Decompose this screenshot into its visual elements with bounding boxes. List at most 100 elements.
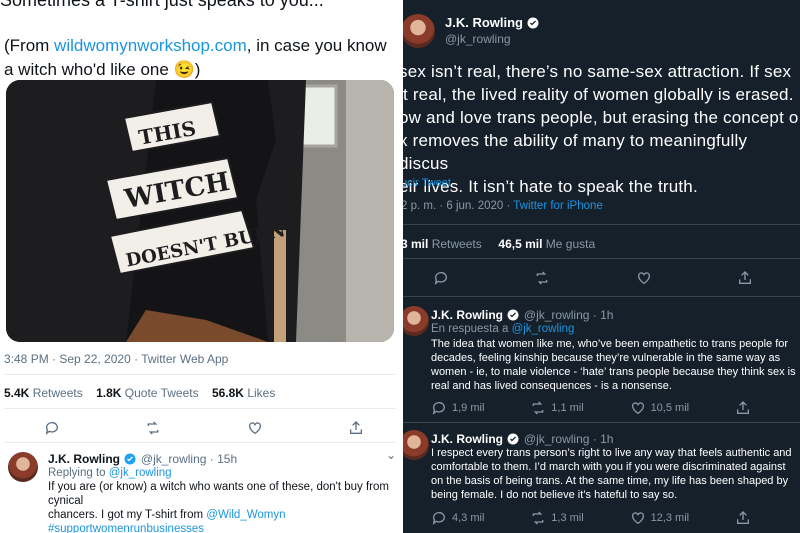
tweet-line: x removes the ability of many to meaning… bbox=[403, 131, 748, 173]
reply-tweet[interactable]: J.K. Rowling @jk_rowling · 1h I respect … bbox=[403, 426, 800, 533]
reply-line-text: chancers. I got my T-shirt from bbox=[48, 509, 207, 521]
like-button[interactable]: 10,5 mil bbox=[630, 400, 689, 416]
right-tweet-panel: J.K. Rowling @jk_rowling sex isn’t real,… bbox=[403, 0, 800, 533]
tweet-text-cut: Sometimes a T-shirt just speaks to you..… bbox=[0, 0, 324, 10]
author-name[interactable]: J.K. Rowling bbox=[445, 15, 523, 30]
reply-count: 1,9 mil bbox=[452, 402, 485, 414]
timestamp-text[interactable]: 2 p. m. · 6 jun. 2020 · bbox=[403, 200, 513, 212]
verified-icon bbox=[507, 433, 519, 445]
reply-line: real and has lived consequences - is a n… bbox=[431, 380, 672, 392]
retweet-icon[interactable] bbox=[534, 270, 550, 291]
share-icon bbox=[736, 511, 749, 524]
retweet-icon bbox=[532, 511, 544, 525]
tweet-actions bbox=[44, 420, 364, 441]
reply-line: comfortable to them. I’d march with you … bbox=[431, 461, 786, 473]
hashtag-link[interactable]: #supportwomenrunbusinesses bbox=[48, 522, 394, 533]
divider bbox=[403, 258, 800, 259]
author-name[interactable]: J.K. Rowling bbox=[48, 452, 120, 466]
shop-link[interactable]: wildwomynworkshop.com bbox=[54, 36, 247, 55]
divider bbox=[4, 408, 396, 409]
verified-icon bbox=[124, 453, 136, 465]
divider bbox=[403, 422, 800, 423]
divider bbox=[403, 224, 800, 225]
share-button[interactable] bbox=[735, 400, 751, 416]
retweet-label: Retweets bbox=[431, 237, 482, 251]
like-button[interactable]: 12,3 mil bbox=[630, 510, 690, 526]
retweet-count[interactable]: 5.4K bbox=[4, 386, 29, 400]
reply-icon[interactable] bbox=[433, 270, 449, 291]
author-handle[interactable]: @jk_rowling · 15h bbox=[141, 452, 237, 466]
wink-emoji: 😉 bbox=[173, 60, 195, 79]
reply-actions: 4,3 mil 1,3 mil 12,3 mil bbox=[431, 510, 751, 526]
tweet-line: sex isn’t real, there’s no same-sex attr… bbox=[403, 62, 792, 81]
reply-body: If you are (or know) a witch who wants o… bbox=[48, 480, 394, 533]
like-count[interactable]: 56.8K bbox=[212, 386, 244, 400]
reply-icon bbox=[432, 402, 445, 415]
author-name[interactable]: J.K. Rowling bbox=[431, 432, 503, 446]
quote-label: Quote Tweets bbox=[124, 386, 199, 400]
tweet-actions bbox=[433, 270, 753, 291]
replying-to: Replying to @jk_rowling bbox=[48, 466, 172, 480]
chevron-down-icon[interactable]: ⌄ bbox=[386, 448, 396, 462]
like-count[interactable]: 46,5 mil bbox=[498, 237, 542, 251]
tweet-timestamp[interactable]: 3:48 PM · Sep 22, 2020 · Twitter Web App bbox=[4, 352, 228, 366]
reply-button[interactable]: 1,9 mil bbox=[431, 400, 484, 416]
replying-link[interactable]: @jk_rowling bbox=[512, 323, 575, 335]
mention-link[interactable]: @Wild_Womyn bbox=[206, 509, 285, 521]
author-handle[interactable]: @jk_rowling bbox=[445, 32, 539, 46]
tweet-line: ow and love trans people, but erasing th… bbox=[403, 108, 799, 127]
divider bbox=[4, 374, 396, 375]
like-icon[interactable] bbox=[636, 270, 652, 291]
author-handle[interactable]: @jk_rowling · 1h bbox=[524, 308, 614, 322]
retweet-icon[interactable] bbox=[145, 420, 161, 441]
reply-button[interactable]: 4,3 mil bbox=[431, 510, 484, 526]
reply-line: If you are (or know) a witch who wants o… bbox=[48, 481, 389, 507]
left-tweet-panel: Sometimes a T-shirt just speaks to you..… bbox=[0, 0, 400, 533]
reply-count: 4,3 mil bbox=[452, 512, 485, 524]
source-link[interactable]: Twitter for iPhone bbox=[513, 200, 602, 212]
retweet-count[interactable]: 3 mil bbox=[403, 237, 428, 251]
retweet-button[interactable]: 1,1 mil bbox=[530, 400, 584, 416]
reply-icon[interactable] bbox=[44, 420, 60, 441]
reply-line: chancers. I got my T-shirt from @Wild_Wo… bbox=[48, 508, 394, 522]
avatar[interactable] bbox=[8, 452, 38, 482]
author-name[interactable]: J.K. Rowling bbox=[431, 308, 503, 322]
retweet-icon bbox=[532, 401, 544, 415]
author-handle[interactable]: @jk_rowling · 1h bbox=[524, 432, 614, 446]
tweet-line: ’t real, the lived reality of women glob… bbox=[403, 85, 794, 104]
tweet-timestamp: 2 p. m. · 6 jun. 2020 · Twitter for iPho… bbox=[403, 200, 603, 212]
retweet-label: Retweets bbox=[32, 386, 83, 400]
divider bbox=[403, 296, 800, 297]
avatar[interactable] bbox=[403, 430, 429, 460]
tweet-stats: 5.4K Retweets 1.8K Quote Tweets 56.8K Li… bbox=[4, 386, 275, 400]
text-prefix: (From bbox=[4, 36, 55, 55]
share-icon[interactable] bbox=[737, 270, 753, 291]
replying-to: En respuesta a @jk_rowling bbox=[431, 322, 574, 336]
like-label: Me gusta bbox=[545, 237, 596, 251]
author-block: J.K. Rowling @jk_rowling bbox=[445, 14, 539, 46]
verified-icon bbox=[527, 17, 539, 29]
share-icon[interactable] bbox=[348, 420, 364, 441]
reply-line: decades, feeling kinship because they’re… bbox=[431, 352, 781, 364]
reply-body: The idea that women like me, who’ve been… bbox=[431, 337, 800, 393]
retweet-count: 1,1 mil bbox=[551, 402, 584, 414]
like-icon bbox=[631, 402, 644, 415]
like-icon bbox=[631, 512, 644, 525]
like-count: 12,3 mil bbox=[650, 512, 690, 524]
reply-icon bbox=[432, 512, 445, 525]
share-button[interactable] bbox=[735, 510, 751, 526]
reply-line: women - ie, to male violence - ‘hate’ tr… bbox=[431, 366, 796, 378]
reply-tweet[interactable]: J.K. Rowling @jk_rowling · 1h En respues… bbox=[403, 302, 800, 422]
tshirt-photo[interactable]: THIS WITCH DOESN'T BURN bbox=[6, 80, 394, 342]
reply-line: I respect every trans person’s right to … bbox=[431, 447, 792, 459]
avatar[interactable] bbox=[403, 14, 435, 48]
avatar[interactable] bbox=[403, 306, 429, 336]
like-icon[interactable] bbox=[247, 420, 263, 441]
quote-count[interactable]: 1.8K bbox=[96, 386, 121, 400]
retweet-count: 1,3 mil bbox=[551, 512, 584, 524]
replying-label: Replying to bbox=[48, 467, 109, 479]
translate-link[interactable]: ucir Tweet bbox=[403, 177, 451, 189]
retweet-button[interactable]: 1,3 mil bbox=[530, 510, 584, 526]
tweet-line: eir lives. It isn’t hate to speak the tr… bbox=[403, 177, 698, 196]
replying-link[interactable]: @jk_rowling bbox=[109, 467, 172, 479]
